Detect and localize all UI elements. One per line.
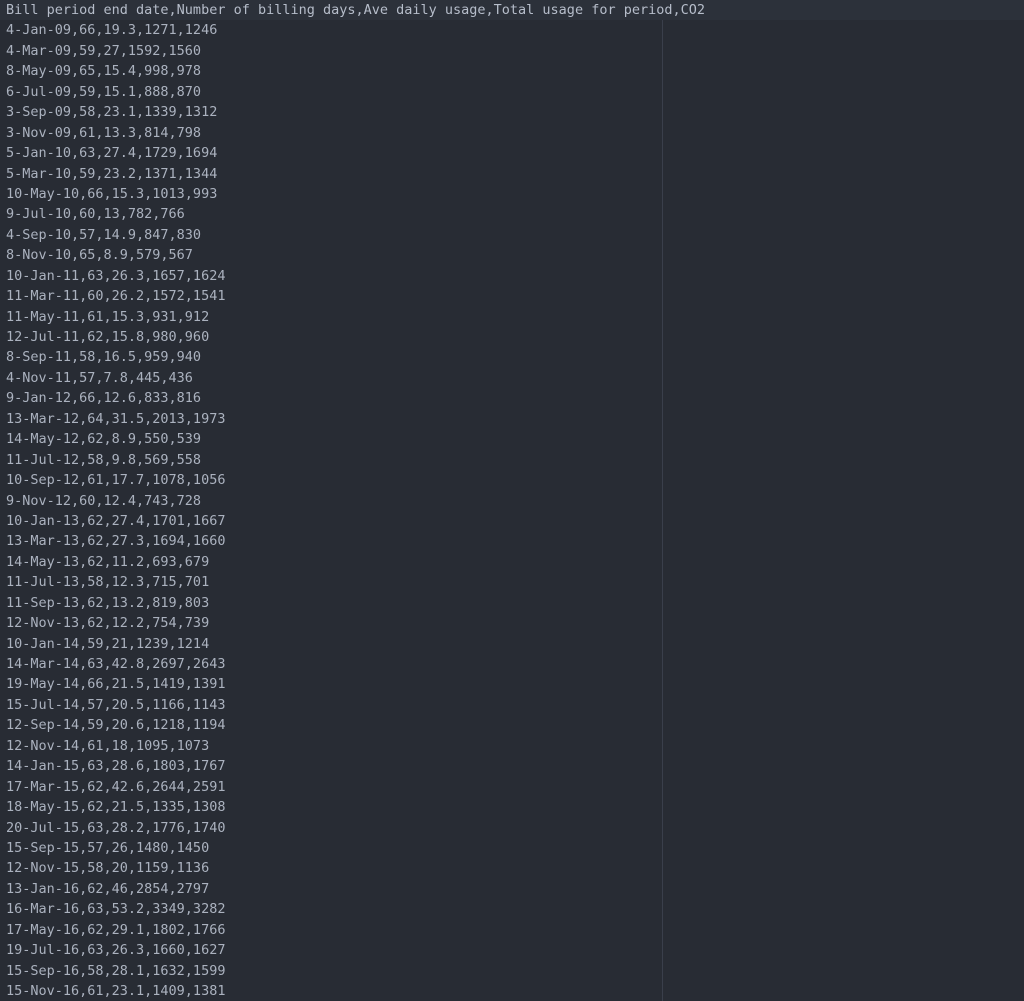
csv-row[interactable]: 12-Nov-15,58,20,1159,1136 [0, 858, 705, 878]
csv-row[interactable]: 14-Mar-14,63,42.8,2697,2643 [0, 654, 705, 674]
csv-row[interactable]: 8-Sep-11,58,16.5,959,940 [0, 347, 705, 367]
csv-row[interactable]: 4-Sep-10,57,14.9,847,830 [0, 225, 705, 245]
csv-row[interactable]: 4-Nov-11,57,7.8,445,436 [0, 368, 705, 388]
csv-row[interactable]: 4-Jan-09,66,19.3,1271,1246 [0, 20, 705, 40]
csv-row[interactable]: 9-Nov-12,60,12.4,743,728 [0, 491, 705, 511]
csv-row[interactable]: 11-Sep-13,62,13.2,819,803 [0, 593, 705, 613]
csv-row[interactable]: 16-Mar-16,63,53.2,3349,3282 [0, 899, 705, 919]
csv-row[interactable]: 20-Jul-15,63,28.2,1776,1740 [0, 818, 705, 838]
csv-row[interactable]: 3-Sep-09,58,23.1,1339,1312 [0, 102, 705, 122]
csv-row[interactable]: 9-Jan-12,66,12.6,833,816 [0, 388, 705, 408]
csv-row[interactable]: 15-Sep-15,57,26,1480,1450 [0, 838, 705, 858]
csv-row[interactable]: 9-Jul-10,60,13,782,766 [0, 204, 705, 224]
csv-row[interactable]: 19-May-14,66,21.5,1419,1391 [0, 674, 705, 694]
csv-row[interactable]: 15-Jul-14,57,20.5,1166,1143 [0, 695, 705, 715]
csv-row[interactable]: 17-Mar-15,62,42.6,2644,2591 [0, 777, 705, 797]
csv-row[interactable]: 12-Sep-14,59,20.6,1218,1194 [0, 715, 705, 735]
csv-row[interactable]: 14-May-13,62,11.2,693,679 [0, 552, 705, 572]
csv-row[interactable]: 11-Mar-11,60,26.2,1572,1541 [0, 286, 705, 306]
csv-row[interactable]: 14-May-12,62,8.9,550,539 [0, 429, 705, 449]
csv-row[interactable]: 10-May-10,66,15.3,1013,993 [0, 184, 705, 204]
csv-row[interactable]: 15-Sep-16,58,28.1,1632,1599 [0, 961, 705, 981]
csv-row[interactable]: 19-Jul-16,63,26.3,1660,1627 [0, 940, 705, 960]
csv-row[interactable]: 11-Jul-13,58,12.3,715,701 [0, 572, 705, 592]
csv-row[interactable]: 12-Jul-11,62,15.8,980,960 [0, 327, 705, 347]
text-editor[interactable]: Bill period end date,Number of billing d… [0, 0, 1024, 1001]
editor-lines[interactable]: Bill period end date,Number of billing d… [0, 0, 705, 1001]
csv-row[interactable]: 11-Jul-12,58,9.8,569,558 [0, 450, 705, 470]
csv-row[interactable]: 12-Nov-13,62,12.2,754,739 [0, 613, 705, 633]
csv-row[interactable]: 11-May-11,61,15.3,931,912 [0, 307, 705, 327]
csv-row[interactable]: 10-Jan-11,63,26.3,1657,1624 [0, 266, 705, 286]
csv-row[interactable]: 10-Sep-12,61,17.7,1078,1056 [0, 470, 705, 490]
csv-row[interactable]: 13-Mar-13,62,27.3,1694,1660 [0, 531, 705, 551]
csv-row[interactable]: 5-Jan-10,63,27.4,1729,1694 [0, 143, 705, 163]
csv-row[interactable]: 8-Nov-10,65,8.9,579,567 [0, 245, 705, 265]
csv-row[interactable]: 14-Jan-15,63,28.6,1803,1767 [0, 756, 705, 776]
csv-row[interactable]: 15-Nov-16,61,23.1,1409,1381 [0, 981, 705, 1001]
csv-row[interactable]: 13-Jan-16,62,46,2854,2797 [0, 879, 705, 899]
csv-row[interactable]: 3-Nov-09,61,13.3,814,798 [0, 123, 705, 143]
csv-row[interactable]: 5-Mar-10,59,23.2,1371,1344 [0, 164, 705, 184]
csv-row[interactable]: 10-Jan-14,59,21,1239,1214 [0, 634, 705, 654]
csv-row[interactable]: 13-Mar-12,64,31.5,2013,1973 [0, 409, 705, 429]
csv-row[interactable]: 17-May-16,62,29.1,1802,1766 [0, 920, 705, 940]
csv-row[interactable]: 6-Jul-09,59,15.1,888,870 [0, 82, 705, 102]
csv-row[interactable]: 18-May-15,62,21.5,1335,1308 [0, 797, 705, 817]
csv-row[interactable]: 12-Nov-14,61,18,1095,1073 [0, 736, 705, 756]
csv-row[interactable]: 10-Jan-13,62,27.4,1701,1667 [0, 511, 705, 531]
csv-row[interactable]: 4-Mar-09,59,27,1592,1560 [0, 41, 705, 61]
csv-row[interactable]: 8-May-09,65,15.4,998,978 [0, 61, 705, 81]
csv-header-line[interactable]: Bill period end date,Number of billing d… [0, 0, 705, 20]
